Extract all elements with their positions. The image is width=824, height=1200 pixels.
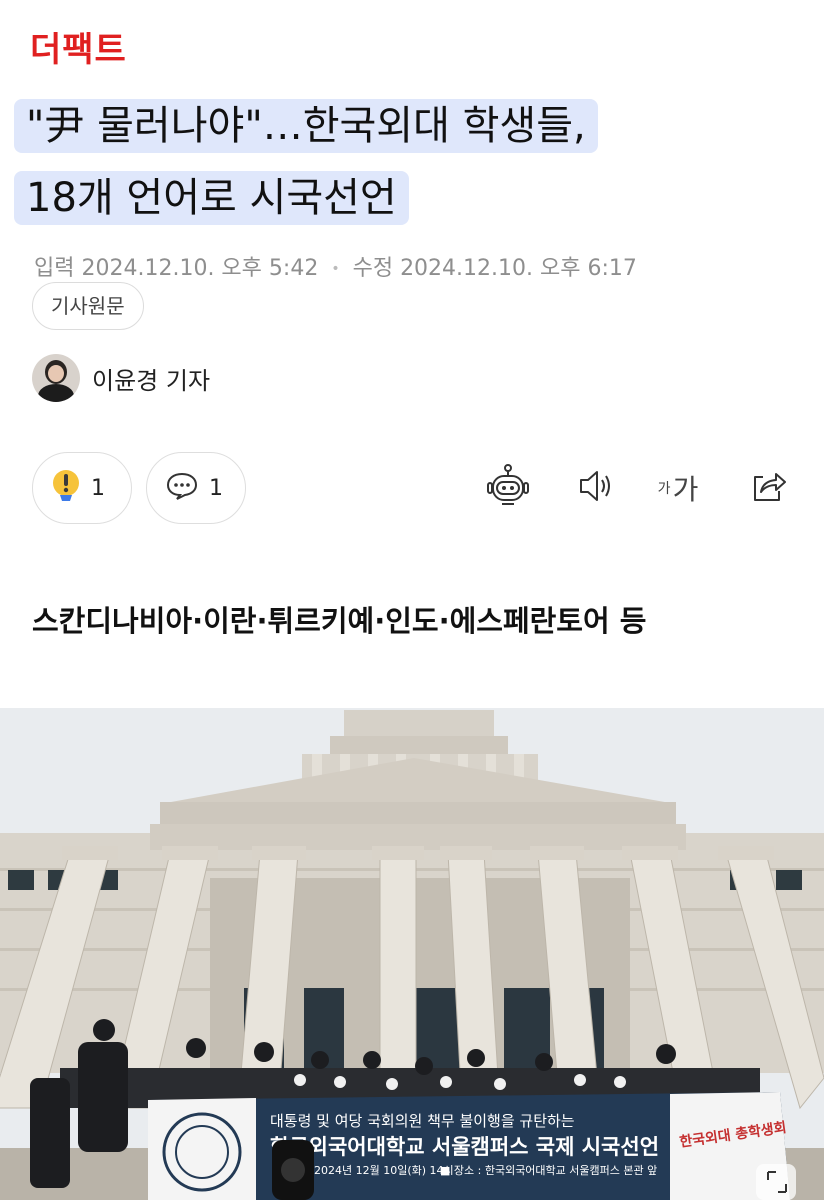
title-line-1: "尹 물러나야"…한국외대 학생들, xyxy=(14,99,598,153)
audio-button[interactable] xyxy=(568,462,620,514)
comment-button[interactable]: 1 xyxy=(146,452,246,524)
title-line-2: 18개 언어로 시국선언 xyxy=(14,171,409,225)
article-subtitle: 스칸디나비아·이란·튀르키예·인도·에스페란토어 등 xyxy=(32,604,647,638)
share-icon xyxy=(747,465,789,511)
separator-dot: • xyxy=(331,261,340,277)
banner-line-2: 한국외국어대학교 서울캠퍼스 국제 시국선언 xyxy=(270,1135,659,1159)
author-byline[interactable]: 이윤경 기자 xyxy=(32,354,210,402)
speaker-icon xyxy=(573,465,615,511)
font-large-label: 가 xyxy=(672,473,699,506)
font-size-button[interactable]: 가가 xyxy=(652,462,704,514)
article-title: "尹 물러나야"…한국외대 학생들, 18개 언어로 시국선언 xyxy=(14,90,814,234)
summary-button[interactable] xyxy=(482,462,534,514)
reaction-button[interactable]: 1 xyxy=(32,452,132,524)
modified-time: 2024.12.10. 오후 6:17 xyxy=(400,256,637,281)
share-button[interactable] xyxy=(742,462,794,514)
banner-place: ■ 장소 : 한국외국어대학교 서울캠퍼스 본관 앞 xyxy=(440,1164,657,1177)
font-small-label: 가 xyxy=(657,481,671,497)
input-label: 입력 xyxy=(34,256,75,281)
robot-summary-icon xyxy=(485,463,531,513)
original-article-button[interactable]: 기사원문 xyxy=(32,282,144,330)
avatar[interactable] xyxy=(32,354,80,402)
article-datetime: 입력 2024.12.10. 오후 5:42 • 수정 2024.12.10. … xyxy=(34,250,637,282)
press-logo[interactable]: 더팩트 xyxy=(30,22,127,71)
reaction-count: 1 xyxy=(91,475,105,501)
comment-icon xyxy=(165,471,199,505)
exclamation-reaction-icon xyxy=(51,469,81,507)
article-photo[interactable]: 대통령 및 여당 국회의원 책무 불이행을 규탄하는 한국외국어대학교 서울캠퍼… xyxy=(0,708,824,1200)
author-name[interactable]: 이윤경 기자 xyxy=(92,361,210,396)
input-time: 2024.12.10. 오후 5:42 xyxy=(81,256,319,281)
modified-label: 수정 xyxy=(352,256,394,281)
comment-count: 1 xyxy=(209,475,223,501)
banner-line-1: 대통령 및 여당 국회의원 책무 불이행을 규탄하는 xyxy=(270,1112,575,1130)
banner-line-3: 2024년 12월 10일(화) 14시 xyxy=(314,1163,454,1177)
